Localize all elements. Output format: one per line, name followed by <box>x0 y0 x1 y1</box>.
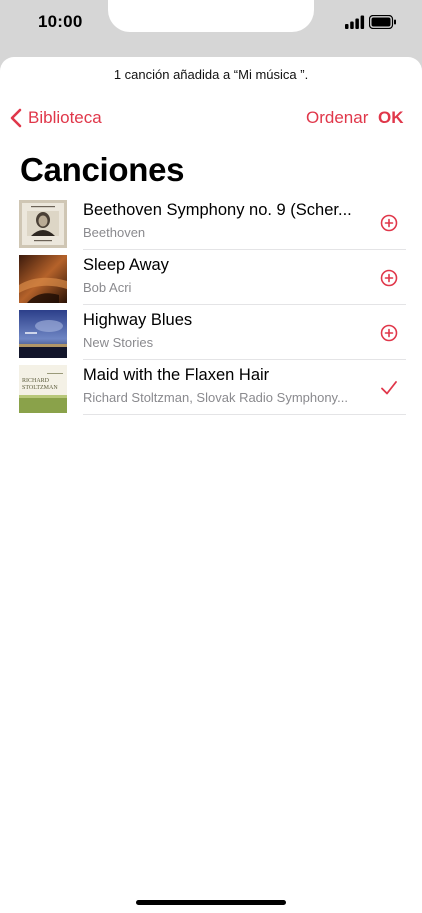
add-circle-icon[interactable] <box>378 212 400 234</box>
song-title: Highway Blues <box>83 311 193 329</box>
row-divider <box>83 414 406 415</box>
status-time: 10:00 <box>38 12 83 31</box>
ok-button[interactable]: OK <box>378 108 404 128</box>
cover-art-text: STOLTZMAN <box>22 385 58 391</box>
songs-sheet: 1 canción añadida a “Mi música ”. Biblio… <box>0 57 422 913</box>
chevron-left-icon <box>10 108 22 128</box>
song-title: Maid with the Flaxen Hair <box>83 366 270 384</box>
song-list: Beethoven Symphony no. 9 (Scher... Beeth… <box>0 195 422 415</box>
page-title: Canciones <box>20 151 185 188</box>
song-text: Beethoven Symphony no. 9 (Scher... Beeth… <box>83 201 363 240</box>
back-button[interactable]: Biblioteca <box>10 107 102 129</box>
back-button-label: Biblioteca <box>28 108 102 127</box>
song-artist: Beethoven <box>83 225 146 240</box>
song-text: Sleep Away Bob Acri <box>83 256 363 295</box>
checkmark-icon[interactable] <box>378 377 400 399</box>
beethoven-portrait-art <box>19 200 67 248</box>
song-text: Maid with the Flaxen Hair Richard Stoltz… <box>83 366 363 405</box>
song-title: Sleep Away <box>83 256 169 274</box>
status-bar: 10:00 <box>0 0 422 52</box>
cover-art-text: RICHARD <box>22 378 50 384</box>
add-circle-icon[interactable] <box>378 322 400 344</box>
brown-abstract-art <box>19 255 67 303</box>
battery-icon <box>369 15 396 29</box>
add-circle-icon[interactable] <box>378 267 400 289</box>
song-row[interactable]: RICHARD STOLTZMAN Maid with the Flaxen H… <box>0 360 422 415</box>
home-indicator[interactable] <box>136 900 286 905</box>
song-artist: New Stories <box>83 335 154 350</box>
song-text: Highway Blues New Stories <box>83 311 363 350</box>
notch <box>108 0 314 32</box>
stoltzman-cover-art: RICHARD STOLTZMAN <box>19 365 67 413</box>
song-title: Beethoven Symphony no. 9 (Scher... <box>83 201 352 219</box>
blue-sky-art <box>19 310 67 358</box>
song-artist: Bob Acri <box>83 280 132 295</box>
song-artist: Richard Stoltzman, Slovak Radio Symphony… <box>83 390 348 405</box>
added-notice: 1 canción añadida a “Mi música ”. <box>113 67 309 82</box>
song-row[interactable]: Sleep Away Bob Acri <box>0 250 422 305</box>
cellular-signal-icon <box>345 15 365 29</box>
song-row[interactable]: Highway Blues New Stories <box>0 305 422 360</box>
order-button[interactable]: Ordenar <box>306 108 368 128</box>
song-row[interactable]: Beethoven Symphony no. 9 (Scher... Beeth… <box>0 195 422 250</box>
